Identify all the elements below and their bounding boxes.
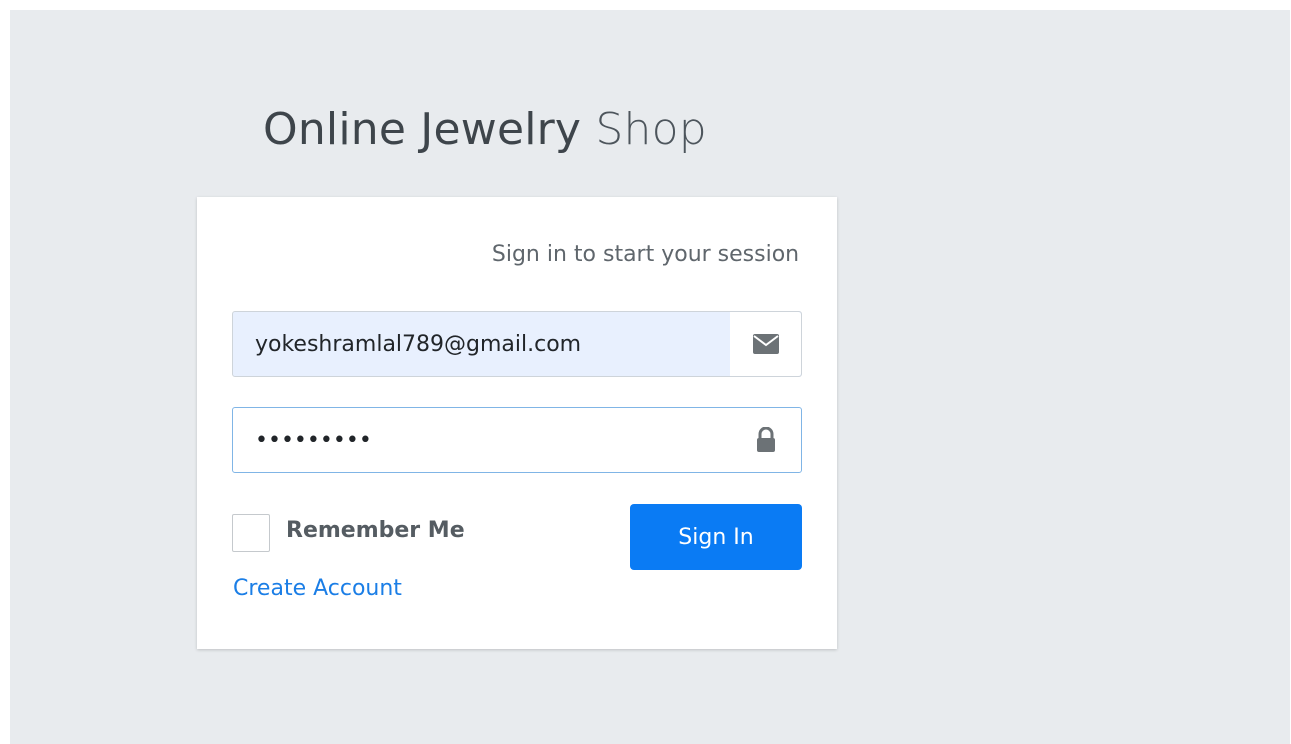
site-logo: Online Jewelry Shop bbox=[263, 104, 707, 155]
envelope-icon bbox=[730, 312, 801, 376]
email-field bbox=[232, 311, 802, 377]
lock-icon bbox=[730, 408, 801, 472]
sign-in-button[interactable]: Sign In bbox=[630, 504, 802, 570]
logo-primary-text: Online Jewelry bbox=[263, 104, 582, 155]
remember-me-label[interactable]: Remember Me bbox=[286, 518, 465, 543]
email-input[interactable] bbox=[233, 312, 730, 376]
logo-secondary-text: Shop bbox=[595, 104, 707, 155]
create-account-link[interactable]: Create Account bbox=[233, 576, 402, 601]
remember-me-checkbox[interactable] bbox=[232, 514, 270, 552]
password-input[interactable] bbox=[233, 408, 730, 472]
password-field bbox=[232, 407, 802, 473]
login-box-message: Sign in to start your session bbox=[491, 242, 800, 267]
